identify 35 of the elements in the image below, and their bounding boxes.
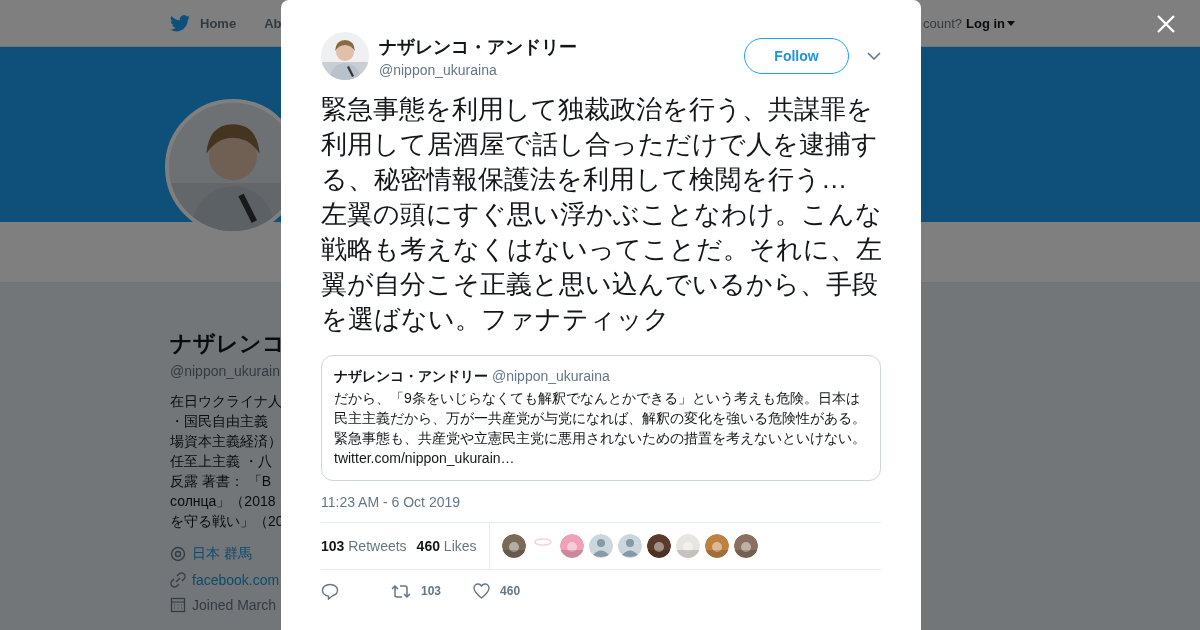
like-stat[interactable]: 460 Likes <box>416 538 477 554</box>
login-link[interactable]: Log in <box>966 15 1015 31</box>
joined-date: Joined March <box>192 597 277 613</box>
retweet-stat[interactable]: 103 Retweets <box>321 538 407 554</box>
reply-icon[interactable] <box>321 582 339 600</box>
close-icon[interactable] <box>1156 14 1176 34</box>
follow-button[interactable]: Follow <box>744 38 849 74</box>
caret-icon[interactable] <box>1007 20 1015 26</box>
user-avatar[interactable] <box>501 534 526 558</box>
quoted-author-name: ナザレンコ・アンドリー <box>334 368 488 386</box>
author-name[interactable]: ナザレンコ・アンドリー <box>379 34 744 59</box>
quoted-text: だから、「9条をいじらなくても解釈でなんとかできる」という考えも危険。日本は民主主義だから、万が一共産党が与党になれば、解釈の変化を強いる危険性がある。緊急事態も、共産党や立憲民主党に悪用されないための措置を考えないといけない。 <box>334 389 867 448</box>
author-handle[interactable]: @nippon_ukuraina <box>379 61 744 78</box>
profile-handle: @nippon_ukurain <box>170 363 280 379</box>
tweet-timestamp[interactable]: 11:23 AM - 6 Oct 2019 <box>321 494 881 510</box>
quoted-link[interactable]: twitter.com/nippon_ukurain… <box>334 448 868 468</box>
location-icon <box>170 546 186 562</box>
tweet-text: 緊急事態を利用して独裁政治を行う、共謀罪を利用して居酒屋で話し合っただけで人を逮捕する、秘密情報保護法を利用して検閲を行う… 左翼の頭にすぐ思い浮かぶことなわけ。こんな戦略も考えなくはないってことだ。それに、左翼が自分こそ正義と思い込んでいるから、手段を選ばない。ファナティック <box>321 93 883 336</box>
link-icon <box>170 572 186 588</box>
calendar-icon <box>170 597 186 613</box>
about-link[interactable]: Ab <box>264 15 282 31</box>
default-avatar-icon[interactable] <box>588 534 613 558</box>
retweet-count: 103 <box>421 584 442 598</box>
author-avatar[interactable] <box>321 32 369 80</box>
user-avatar[interactable] <box>646 534 671 558</box>
retweet-icon[interactable] <box>391 583 411 599</box>
heart-icon[interactable] <box>473 583 491 599</box>
home-link[interactable]: Home <box>200 15 237 31</box>
like-count: 460 <box>500 584 521 598</box>
account-prompt: count? <box>922 15 962 31</box>
quoted-tweet[interactable]: ナザレンコ・アンドリー @nippon_ukuraina だから、「9条をいじらなくても解釈でなんとかできる」という考えも危険。日本は民主主義だから、万が一共産党が与党になれば、解釈の変化を強いる危険性がある。緊急事態も、共産党や立憲民主党に悪用されないための措置を考えないといけない。 twitter.com/nippon_ukurain… <box>321 355 881 481</box>
caret-icon[interactable] <box>867 52 881 60</box>
user-avatar[interactable] <box>733 534 758 558</box>
quoted-author-handle: @nippon_ukuraina <box>492 368 610 384</box>
profile-name: ナザレンコ <box>170 330 285 358</box>
